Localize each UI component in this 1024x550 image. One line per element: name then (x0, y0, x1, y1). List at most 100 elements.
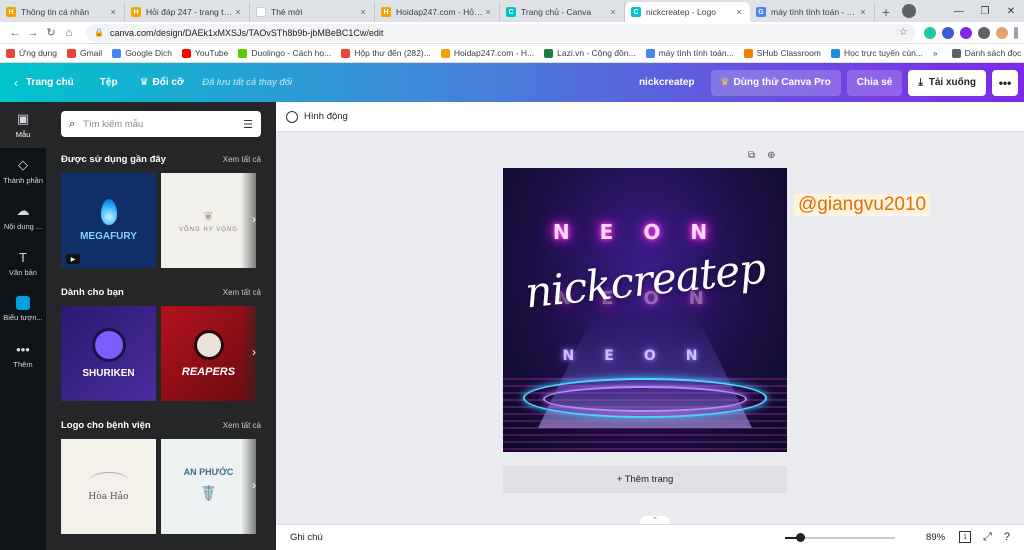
bookmark-icon (440, 48, 450, 58)
bookmark-icon (238, 48, 248, 58)
resize-button[interactable]: ♛ Đổi cỡ (140, 77, 185, 88)
bookmark-item[interactable]: Lazi.vn - Cộng đồn... (544, 48, 636, 58)
search-placeholder: Tìm kiếm mẫu (83, 118, 144, 130)
reading-list[interactable]: Danh sách đọc (951, 48, 1021, 58)
neon-text-low[interactable]: NEON (503, 348, 787, 364)
zoom-slider-knob[interactable] (796, 532, 806, 542)
filter-icon[interactable]: ☰ (243, 118, 253, 131)
profile-icon[interactable] (902, 4, 916, 18)
zoom-value[interactable]: 89% (905, 532, 945, 543)
see-all-link[interactable]: Xem tất cả (223, 155, 261, 164)
rail-item[interactable]: ☁ Nội dung ... (0, 194, 46, 240)
close-tab-icon[interactable]: × (734, 7, 744, 17)
puzzle-icon[interactable] (978, 26, 990, 39)
bookmark-star-icon[interactable]: ☆ (899, 27, 908, 38)
avatar[interactable] (996, 26, 1008, 39)
bookmark-item[interactable]: Google Dịch (112, 48, 172, 58)
back-icon[interactable]: ← (6, 27, 24, 39)
close-tab-icon[interactable]: × (108, 7, 118, 17)
see-all-link[interactable]: Xem tất cả (223, 421, 261, 430)
url-field[interactable]: 🔒 canva.com/design/DAEk1xMXSJs/TAOvSTh8b… (86, 23, 916, 42)
watermark-text: @giangvu2010 (794, 194, 931, 216)
close-tab-icon[interactable]: × (358, 7, 368, 17)
animate-icon[interactable] (286, 110, 298, 123)
home-icon[interactable]: ⌂ (60, 27, 78, 39)
rail-item[interactable]: Biểu tượn... (0, 286, 46, 332)
home-link[interactable]: ‹ Trang chủ (14, 76, 74, 90)
caduceus-icon: ☤ (201, 480, 216, 506)
neon-text-top[interactable]: NEON (503, 220, 787, 244)
extension-icon[interactable] (924, 26, 936, 39)
close-tab-icon[interactable]: × (858, 7, 868, 17)
bookmark-item[interactable]: Hoidap247.com - H... (440, 48, 534, 58)
template-name: SHURIKEN (82, 368, 135, 379)
chevron-right-icon[interactable]: › (252, 478, 256, 492)
add-page-button[interactable]: + Thêm trang (503, 466, 787, 493)
bookmarks-more[interactable]: » (933, 48, 938, 58)
extension-icon[interactable] (960, 26, 972, 39)
maximize-icon[interactable]: ❐ (972, 6, 998, 17)
bookmark-item[interactable]: Gmail (66, 48, 102, 58)
extensions (924, 26, 1018, 39)
animate-button[interactable]: Hình động (304, 111, 348, 122)
rail-item[interactable]: ••• Thêm (0, 332, 46, 378)
tab-title: Hỏi đáp 247 - trang tra lời (146, 7, 233, 17)
template-row: MEGAFURY ▶ ❦ VÕNG HY VỌNG (61, 173, 265, 268)
duplicate-page-icon[interactable]: ⧉ (748, 150, 755, 161)
bookmark-item[interactable]: Hộp thư đến (282)... (341, 48, 431, 58)
bookmark-item[interactable]: YouTube (181, 48, 228, 58)
help-icon[interactable]: ? (1004, 531, 1010, 544)
browser-tab[interactable]: H Thông tin cá nhân × (0, 2, 125, 22)
template-search-input[interactable]: ⌕ Tìm kiếm mẫu ☰ (61, 111, 261, 137)
browser-tab[interactable]: Thẻ mới × (250, 2, 375, 22)
crown-icon: ♛ (720, 77, 730, 88)
new-tab-button[interactable]: + (875, 2, 897, 22)
bookmark-item[interactable]: Học trực tuyến cùn... (830, 48, 923, 58)
favicon-icon: H (6, 7, 16, 17)
bookmark-item[interactable]: Duolingo - Cách họ... (238, 48, 331, 58)
download-button[interactable]: ⤓ Tải xuống (908, 69, 986, 96)
share-button[interactable]: Chia sẻ (846, 69, 903, 96)
menu-icon[interactable] (1014, 26, 1018, 39)
template-thumbnail[interactable]: Hòa Hảo (61, 439, 156, 534)
close-tab-icon[interactable]: × (233, 7, 243, 17)
template-thumbnail[interactable]: SHURIKEN (61, 306, 156, 401)
bookmark-icon (181, 48, 191, 58)
reload-icon[interactable]: ↻ (42, 26, 60, 39)
browser-tab[interactable]: H Hoidap247.com - Hỏi đáp × (375, 2, 500, 22)
more-options-button[interactable]: ••• (992, 69, 1018, 96)
close-tab-icon[interactable]: × (608, 7, 618, 17)
file-menu[interactable]: Tệp (100, 77, 118, 88)
close-window-icon[interactable]: ✕ (998, 6, 1024, 17)
bookmark-item[interactable]: Ứng dụng (6, 48, 57, 58)
bookmark-item[interactable]: SHub Classroom (743, 48, 821, 58)
rail-item[interactable]: ◇ Thành phần (0, 148, 46, 194)
add-page-icon[interactable]: ⊕ (767, 150, 775, 161)
browser-tab[interactable]: H Hỏi đáp 247 - trang tra lời× (125, 2, 250, 22)
extension-icon[interactable] (942, 26, 954, 39)
try-pro-button[interactable]: ♛ Dùng thử Canva Pro (710, 69, 841, 96)
browser-tab[interactable]: Cnickcreatep - Logo × (625, 2, 750, 22)
fullscreen-icon[interactable]: ⤢ (983, 531, 992, 544)
design-name[interactable]: nickcreatep (639, 77, 695, 88)
chevron-right-icon[interactable]: › (252, 345, 256, 359)
browser-tab[interactable]: Gmáy tính tính toán - Tìm × (750, 2, 875, 22)
forward-icon[interactable]: → (24, 27, 42, 39)
template-thumbnail[interactable]: MEGAFURY ▶ (61, 173, 156, 268)
page-count-badge[interactable]: 1 (959, 531, 972, 543)
rail-item[interactable]: T Văn bản (0, 240, 46, 286)
template-row: SHURIKEN REAPERS (61, 306, 265, 401)
notes-button[interactable]: Ghi chú (290, 532, 323, 543)
rail-item[interactable]: ▣ Mẫu (0, 102, 46, 148)
rail-item-label: Thêm (13, 359, 33, 369)
design-canvas[interactable]: NEON NEON NEON nickcreatep (503, 168, 787, 452)
minimize-icon[interactable]: — (946, 6, 972, 17)
close-tab-icon[interactable]: × (483, 7, 493, 17)
see-all-link[interactable]: Xem tất cả (223, 288, 261, 297)
zoom-slider[interactable] (785, 532, 896, 542)
chevron-right-icon[interactable]: › (252, 212, 256, 226)
browser-tab[interactable]: C Trang chủ - Canva × (500, 2, 625, 22)
bookmark-item[interactable]: máy tính tính toán... (645, 48, 734, 58)
zoom-controls: 89% (785, 532, 945, 543)
show-pages-handle[interactable]: ⌃ (640, 516, 670, 524)
